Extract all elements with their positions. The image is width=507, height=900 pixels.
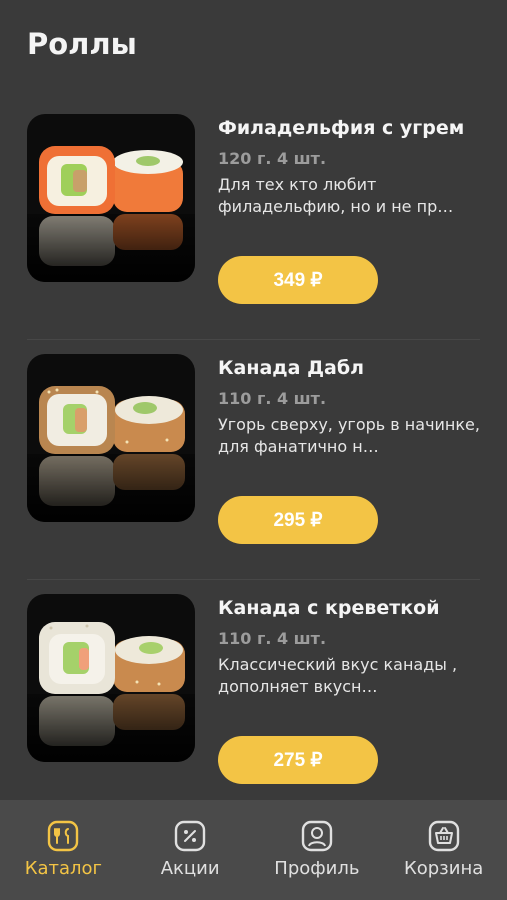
product-description: Для тех кто любит филадельфию, но и не п… — [218, 175, 454, 216]
product-card[interactable]: Канада с креветкой 110 г. 4 шт. Классиче… — [0, 580, 507, 820]
product-description: Угорь сверху, угорь в начинке, для фанат… — [218, 415, 480, 456]
bottom-tab-bar: Каталог Акции Профиль Корзина — [0, 800, 507, 900]
product-image[interactable] — [27, 594, 195, 762]
product-list: Филадельфия с угрем 120 г. 4 шт. Для тех… — [0, 100, 507, 820]
product-name: Филадельфия с угрем — [218, 117, 465, 139]
tab-label: Каталог — [24, 858, 103, 879]
tab-label: Профиль — [274, 858, 360, 879]
add-to-cart-button[interactable]: 349 ₽ — [218, 256, 378, 304]
tab-promotions[interactable]: Акции — [127, 800, 254, 900]
discount-icon — [174, 820, 206, 852]
product-info: Канада Дабл 110 г. 4 шт. Угорь сверху, у… — [218, 354, 488, 544]
add-to-cart-button[interactable]: 275 ₽ — [218, 736, 378, 784]
product-image[interactable] — [27, 354, 195, 522]
tab-cart[interactable]: Корзина — [380, 800, 507, 900]
catalog-icon — [48, 820, 79, 852]
product-description: Классический вкус канады , дополняет вку… — [218, 655, 458, 696]
product-weight: 120 г. 4 шт. — [218, 149, 327, 168]
product-card[interactable]: Канада Дабл 110 г. 4 шт. Угорь сверху, у… — [0, 340, 507, 580]
tab-catalog[interactable]: Каталог — [0, 800, 127, 900]
tab-label: Корзина — [403, 858, 484, 879]
cart-icon — [428, 820, 459, 852]
product-weight: 110 г. 4 шт. — [218, 629, 327, 648]
product-weight: 110 г. 4 шт. — [218, 389, 327, 408]
tab-profile[interactable]: Профиль — [254, 800, 381, 900]
product-name: Канада Дабл — [218, 357, 365, 379]
page-title: Роллы — [27, 27, 137, 61]
profile-icon — [301, 820, 333, 852]
product-image[interactable] — [27, 114, 195, 282]
product-info: Филадельфия с угрем 120 г. 4 шт. Для тех… — [218, 114, 488, 304]
product-info: Канада с креветкой 110 г. 4 шт. Классиче… — [218, 594, 488, 784]
product-name: Канада с креветкой — [218, 597, 440, 619]
tab-label: Акции — [160, 858, 220, 879]
add-to-cart-button[interactable]: 295 ₽ — [218, 496, 378, 544]
product-card[interactable]: Филадельфия с угрем 120 г. 4 шт. Для тех… — [0, 100, 507, 340]
